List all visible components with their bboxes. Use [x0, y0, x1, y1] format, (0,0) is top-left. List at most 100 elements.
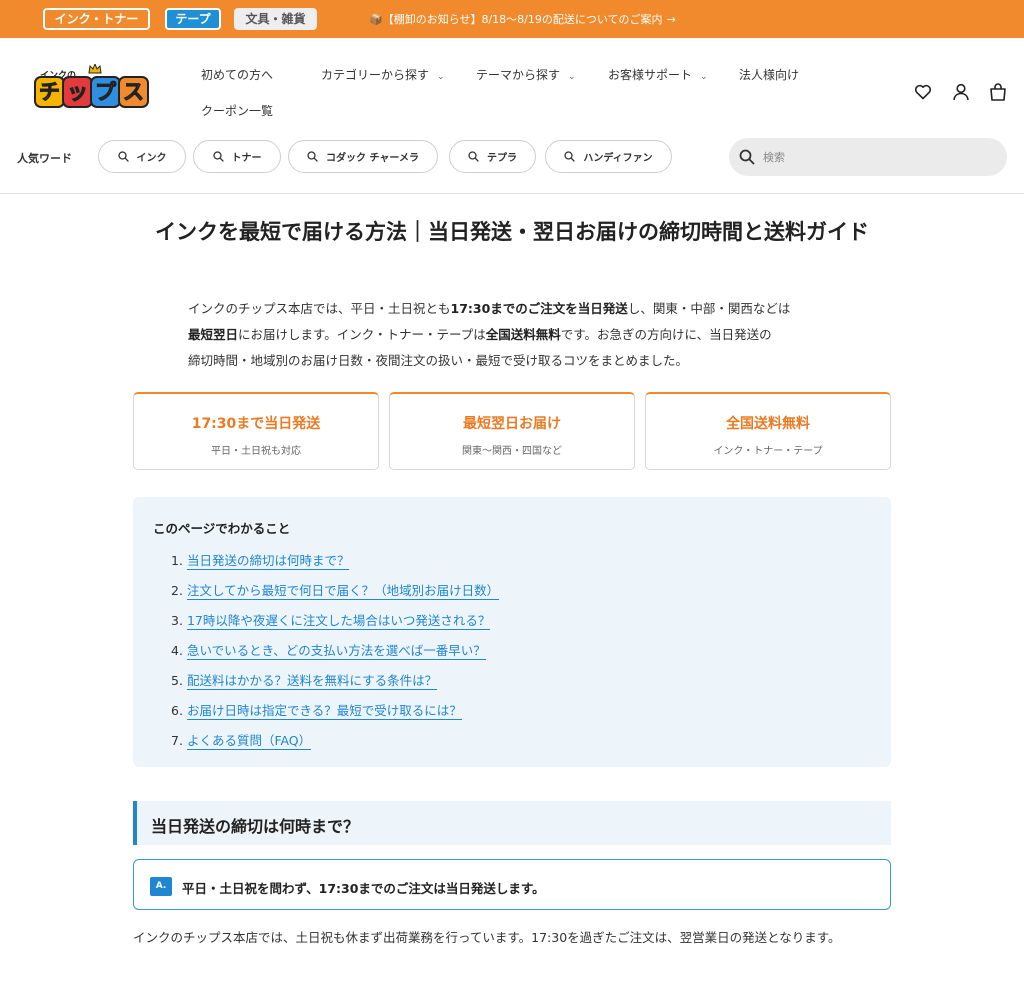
answer-box: A. 平日・土日祝を問わず、17:30までのご注文は当日発送します。	[133, 859, 891, 910]
tape-tab[interactable]: テープ	[165, 8, 221, 30]
feature-title: 全国送料無料	[726, 416, 810, 432]
crown-icon	[88, 64, 102, 74]
answer-text: 平日・土日祝を問わず、17:30までのご注文は当日発送します。	[182, 881, 545, 896]
search-icon	[307, 151, 318, 162]
nav-beginners-label: 初めての方へ	[201, 68, 274, 82]
chip-label: ハンディファン	[583, 153, 653, 164]
search-icon	[739, 149, 755, 165]
announcement-bar: インク・トナー テープ 文具・雑貨 📦【棚卸のお知らせ】8/18〜8/19の配送…	[0, 0, 1024, 38]
site-logo[interactable]: インクの チップス	[32, 64, 149, 110]
toc-item: 6. お届け日時は指定できる？最短で受け取るには？	[171, 700, 462, 720]
search-input[interactable]	[763, 147, 993, 167]
popular-word-chip[interactable]: トナー	[193, 140, 281, 173]
logo-char: チ	[34, 76, 65, 108]
search-icon	[117, 151, 129, 162]
feature-subtitle: インク・トナー・テープ	[713, 446, 823, 457]
account-icon[interactable]	[951, 82, 971, 102]
logo-char: ッ	[62, 76, 93, 108]
intro-paragraph: インクのチップス本店では、平日・土日祝とも17:30までのご注文を当日発送し、関…	[188, 296, 848, 374]
toc-link[interactable]: 当日発送の締切は何時まで？	[186, 553, 350, 570]
stationery-tab[interactable]: 文具・雑貨	[234, 8, 317, 30]
feature-subtitle: 平日・土日祝も対応	[211, 446, 301, 457]
feature-card-same-day: 17:30まで当日発送 平日・土日祝も対応	[133, 392, 379, 470]
notice-link[interactable]: 📦【棚卸のお知らせ】8/18〜8/19の配送についてのご案内 →	[369, 11, 676, 27]
feature-title: 最短翌日お届け	[463, 416, 561, 432]
intro-text: インクのチップス本店では、平日・土日祝とも	[188, 301, 451, 316]
header-divider	[0, 193, 1024, 194]
nav-themes-label: テーマから探す	[476, 68, 561, 82]
toc-link[interactable]: 注文してから最短で何日で届く？（地域別お届け日数）	[186, 583, 500, 600]
search-box[interactable]	[729, 138, 1007, 176]
heart-icon[interactable]	[913, 82, 933, 102]
toc-number: 2.	[171, 583, 183, 598]
nav-beginners[interactable]: 初めての方へ	[201, 66, 273, 83]
popular-word-chip[interactable]: ハンディファン	[545, 140, 672, 173]
intro-emphasis: 17:30までのご注文を当日発送	[450, 301, 628, 316]
toc-link[interactable]: よくある質問（FAQ）	[186, 733, 312, 750]
answer-badge: A.	[150, 877, 172, 896]
toc-item: 3. 17時以降や夜遅くに注文した場合はいつ発送される？	[171, 610, 491, 630]
logo-wordmark: チップス	[34, 76, 149, 108]
nav-themes[interactable]: テーマから探す ⌄	[476, 66, 576, 83]
notice-text: 📦【棚卸のお知らせ】8/18〜8/19の配送についてのご案内	[369, 13, 663, 26]
toc-number: 7.	[171, 733, 183, 748]
nav-support-label: お客様サポート	[608, 68, 693, 82]
page-title: インクを最短で届ける方法｜当日発送・翌日お届けの締切時間と送料ガイド	[155, 220, 869, 244]
toc-number: 4.	[171, 643, 183, 658]
search-icon	[212, 151, 224, 162]
toc-link[interactable]: 配送料はかかる？送料を無料にする条件は？	[186, 673, 438, 690]
feature-subtitle: 関東〜関西・四国など	[462, 446, 562, 457]
feature-card-free-shipping: 全国送料無料 インク・トナー・テープ	[645, 392, 891, 470]
ink-toner-tab[interactable]: インク・トナー	[43, 8, 150, 30]
section-heading: 当日発送の締切は何時まで？	[133, 801, 891, 845]
nav-categories[interactable]: カテゴリーから探す ⌄	[321, 66, 445, 83]
chip-label: トナー	[231, 153, 262, 164]
nav-coupons[interactable]: クーポン一覧	[201, 102, 273, 119]
toc-number: 6.	[171, 703, 183, 718]
section-body-text: インクのチップス本店では、土日祝も休まず出荷業務を行っています。17:30を過ぎ…	[133, 930, 841, 945]
nav-corporate-label: 法人様向け	[739, 68, 800, 82]
nav-categories-label: カテゴリーから探す	[321, 68, 430, 82]
nav-support[interactable]: お客様サポート ⌄	[608, 66, 708, 83]
feature-card-next-day: 最短翌日お届け 関東〜関西・四国など	[389, 392, 635, 470]
toc-item: 5. 配送料はかかる？送料を無料にする条件は？	[171, 670, 438, 690]
toc-item: 1. 当日発送の締切は何時まで？	[171, 550, 350, 570]
popular-words-label: 人気ワード	[17, 152, 72, 165]
toc-link[interactable]: 急いでいるとき、どの支払い方法を選べば一番早い？	[186, 643, 486, 660]
cart-bag-icon[interactable]	[988, 82, 1008, 102]
toc-item: 7. よくある質問（FAQ）	[171, 730, 312, 750]
intro-emphasis: 最短翌日	[188, 327, 239, 342]
chip-label: テプラ	[487, 153, 517, 164]
intro-emphasis: 全国送料無料	[485, 327, 561, 342]
toc-link[interactable]: 17時以降や夜遅くに注文した場合はいつ発送される？	[186, 613, 491, 630]
arrow-right-icon: →	[666, 13, 676, 26]
chevron-down-icon: ⌄	[437, 72, 445, 82]
toc-item: 2. 注文してから最短で何日で届く？（地域別お届け日数）	[171, 580, 500, 600]
intro-text: です。お急ぎの方向けに、当日発送の	[560, 327, 772, 342]
search-icon	[564, 151, 575, 162]
toc-number: 3.	[171, 613, 183, 628]
chip-label: コダック チャーメラ	[326, 153, 419, 164]
search-icon	[468, 151, 479, 162]
toc-link[interactable]: お届け日時は指定できる？最短で受け取るには？	[186, 703, 462, 720]
table-of-contents: このページでわかること 1. 当日発送の締切は何時まで？ 2. 注文してから最短で何…	[133, 497, 891, 767]
intro-text: し、関東・中部・関西などは	[627, 301, 791, 316]
logo-char: プ	[90, 76, 121, 108]
intro-text: 締切時間・地域別のお届け日数・夜間注文の扱い・最短で受け取るコツをまとめました。	[188, 353, 689, 368]
nav-coupons-label: クーポン一覧	[201, 104, 274, 118]
toc-number: 5.	[171, 673, 183, 688]
feature-title: 17:30まで当日発送	[191, 416, 321, 432]
intro-text: にお届けします。インク・トナー・テープは	[238, 327, 486, 342]
chevron-down-icon: ⌄	[568, 72, 576, 82]
nav-corporate[interactable]: 法人様向け	[739, 66, 799, 83]
section-heading-text: 当日発送の締切は何時まで？	[151, 817, 360, 836]
popular-word-chip[interactable]: コダック チャーメラ	[288, 140, 438, 173]
logo-char: ス	[118, 76, 149, 108]
chevron-down-icon: ⌄	[700, 72, 708, 82]
popular-word-chip[interactable]: インク	[98, 140, 186, 173]
toc-number: 1.	[171, 553, 183, 568]
toc-item: 4. 急いでいるとき、どの支払い方法を選べば一番早い？	[171, 640, 486, 660]
toc-title: このページでわかること	[153, 521, 291, 536]
popular-word-chip[interactable]: テプラ	[449, 140, 536, 173]
chip-label: インク	[136, 153, 167, 164]
